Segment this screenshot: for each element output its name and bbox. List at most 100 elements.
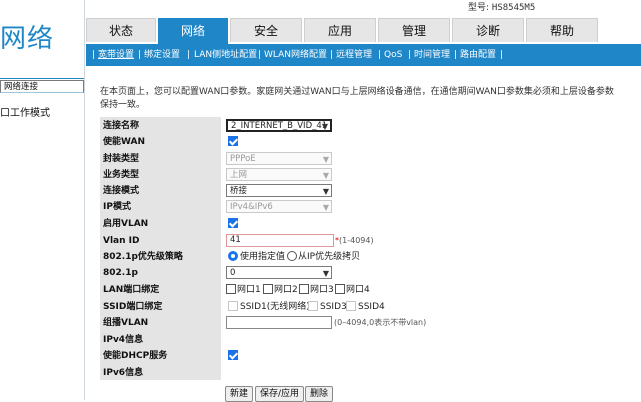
subnav-lan-address[interactable]: LAN侧地址配置 xyxy=(194,44,257,66)
subnav-separator: | xyxy=(330,50,334,60)
row-multicast-vlan: 组播VLAN (0–4094,0表示不带vlan) xyxy=(100,315,640,331)
row-vlan-id: Vlan ID 41 *(1-4094) xyxy=(100,233,640,249)
ip-mode-select[interactable]: IPv4&IPv6 ▼ xyxy=(226,200,332,213)
subnav-time-management[interactable]: 时间管理 xyxy=(414,44,450,66)
8021p-policy-label: 802.1p优先级策略 xyxy=(103,252,183,262)
chevron-down-icon: ▼ xyxy=(321,122,328,131)
chevron-down-icon: ▼ xyxy=(322,155,329,164)
sidebar-item-port-mode[interactable]: 口工作模式 xyxy=(0,103,84,125)
ssid1-label: SSID1(无线网络) xyxy=(240,302,310,312)
row-lan-binding: LAN端口绑定 网口1 网口2 网口3 网口4 xyxy=(100,282,640,298)
multicast-vlan-input[interactable] xyxy=(226,316,332,329)
row-ipv6-info: IPv6信息 xyxy=(100,365,640,381)
row-enable-vlan: 启用VLAN xyxy=(100,216,640,232)
service-type-select[interactable]: 上网 ▼ xyxy=(226,168,332,181)
sub-navigation: | 宽带设置 | 绑定设置 | LAN侧地址配置 | WLAN网络配置 | 远程… xyxy=(86,44,641,66)
8021p-label: 802.1p xyxy=(103,268,138,278)
enable-wan-checkbox[interactable] xyxy=(228,136,238,146)
encapsulation-label: 封装类型 xyxy=(103,154,140,164)
lan2-label: 网口2 xyxy=(274,285,298,295)
subnav-route-config[interactable]: 路由配置 xyxy=(460,44,496,66)
subnav-separator: | xyxy=(500,50,504,60)
chevron-down-icon: ▼ xyxy=(322,171,329,180)
row-ip-mode: IP模式 IPv4&IPv6 ▼ xyxy=(100,199,640,215)
ipv6-info-label: IPv6信息 xyxy=(103,368,144,378)
lan4-checkbox[interactable] xyxy=(335,284,345,294)
ipv4-info-label: IPv4信息 xyxy=(103,335,144,345)
row-connection-name: 连接名称 2_INTERNET_B_VID_41 ▼ xyxy=(100,118,640,134)
connection-name-select[interactable]: 2_INTERNET_B_VID_41 ▼ xyxy=(226,119,332,132)
model-info: 型号: HS8545M5 xyxy=(468,0,535,13)
policy-specified-radio[interactable] xyxy=(228,251,238,261)
subnav-binding-settings[interactable]: 绑定设置 xyxy=(144,44,180,66)
service-type-value: 上网 xyxy=(230,170,248,180)
lan3-checkbox[interactable] xyxy=(299,284,309,294)
sidebar-item-network-connection[interactable]: 网络连接 xyxy=(0,80,84,93)
8021p-select[interactable]: 0 ▼ xyxy=(226,266,332,279)
ssid-binding-label: SSID端口绑定 xyxy=(103,302,163,312)
tab-application[interactable]: 应用 xyxy=(304,18,376,42)
ssid3-checkbox[interactable] xyxy=(308,301,318,311)
row-ssid-binding: SSID端口绑定 SSID1(无线网络) SSID3 SSID4 xyxy=(100,299,640,315)
enable-dhcp-checkbox[interactable] xyxy=(228,350,238,360)
subnav-separator: | xyxy=(378,50,382,60)
subnav-broadband-settings[interactable]: 宽带设置 xyxy=(98,44,134,66)
service-type-label: 业务类型 xyxy=(103,170,140,180)
row-8021p: 802.1p 0 ▼ xyxy=(100,265,640,281)
enable-vlan-label: 启用VLAN xyxy=(103,219,149,229)
policy-copy-ip-label: 从IP优先级拷贝 xyxy=(298,252,361,262)
left-panel: 网络 网络连接 口工作模式 xyxy=(0,0,85,400)
ip-mode-value: IPv4&IPv6 xyxy=(230,202,273,212)
subnav-qos[interactable]: QoS xyxy=(384,44,402,66)
lan1-checkbox[interactable] xyxy=(226,284,236,294)
lan1-label: 网口1 xyxy=(237,285,261,295)
left-border xyxy=(84,0,85,400)
row-connection-mode: 连接模式 桥接 ▼ xyxy=(100,183,640,199)
subnav-separator: | xyxy=(408,50,412,60)
subnav-separator: | xyxy=(138,50,142,60)
ip-mode-label: IP模式 xyxy=(103,202,131,212)
enable-vlan-checkbox[interactable] xyxy=(228,218,238,228)
tab-help[interactable]: 帮助 xyxy=(526,18,598,42)
subnav-wlan-config[interactable]: WLAN网络配置 xyxy=(264,44,327,66)
row-enable-wan: 使能WAN xyxy=(100,134,640,150)
ssid4-checkbox[interactable] xyxy=(346,301,356,311)
subnav-separator: | xyxy=(454,50,458,60)
lan2-checkbox[interactable] xyxy=(263,284,273,294)
multicast-vlan-hint: (0–4094,0表示不带vlan) xyxy=(334,318,427,327)
ssid3-label: SSID3 xyxy=(320,302,347,312)
connection-mode-label: 连接模式 xyxy=(103,186,140,196)
subnav-separator: | xyxy=(187,50,191,60)
enable-dhcp-label: 使能DHCP服务 xyxy=(103,351,168,361)
encapsulation-select[interactable]: PPPoE ▼ xyxy=(226,152,332,165)
chevron-down-icon: ▼ xyxy=(322,203,329,212)
encapsulation-value: PPPoE xyxy=(230,154,256,164)
subnav-separator: | xyxy=(258,50,262,60)
tab-network[interactable]: 网络 xyxy=(158,18,228,44)
vlan-id-input[interactable]: 41 xyxy=(226,234,334,247)
lan3-label: 网口3 xyxy=(310,285,334,295)
subnav-remote-management[interactable]: 远程管理 xyxy=(336,44,372,66)
row-ipv4-info: IPv4信息 xyxy=(100,332,640,348)
row-8021p-policy: 802.1p优先级策略 使用指定值 从IP优先级拷贝 xyxy=(100,249,640,265)
tab-diagnostics[interactable]: 诊断 xyxy=(452,18,524,42)
model-value: HS8545M5 xyxy=(491,3,536,13)
chevron-down-icon: ▼ xyxy=(322,269,329,278)
row-service-type: 业务类型 上网 ▼ xyxy=(100,167,640,183)
connection-name-value: 2_INTERNET_B_VID_41 xyxy=(231,121,328,131)
tab-security[interactable]: 安全 xyxy=(230,18,302,42)
page-description: 在本页面上，您可以配置WAN口参数。家庭网关通过WAN口与上层网络设备通信，在通… xyxy=(100,87,614,110)
multicast-vlan-label: 组播VLAN xyxy=(103,318,149,328)
ssid1-checkbox[interactable] xyxy=(228,301,238,311)
ssid4-label: SSID4 xyxy=(358,302,385,312)
lan-binding-label: LAN端口绑定 xyxy=(103,285,160,295)
policy-copy-ip-radio[interactable] xyxy=(287,251,297,261)
tab-management[interactable]: 管理 xyxy=(378,18,450,42)
vlan-id-range: (1-4094) xyxy=(339,236,374,245)
lan4-label: 网口4 xyxy=(346,285,370,295)
chevron-down-icon: ▼ xyxy=(322,187,329,196)
connection-mode-select[interactable]: 桥接 ▼ xyxy=(226,184,332,197)
tab-status[interactable]: 状态 xyxy=(86,18,156,42)
subnav-separator: | xyxy=(92,50,96,60)
sidebar-divider xyxy=(0,78,84,79)
